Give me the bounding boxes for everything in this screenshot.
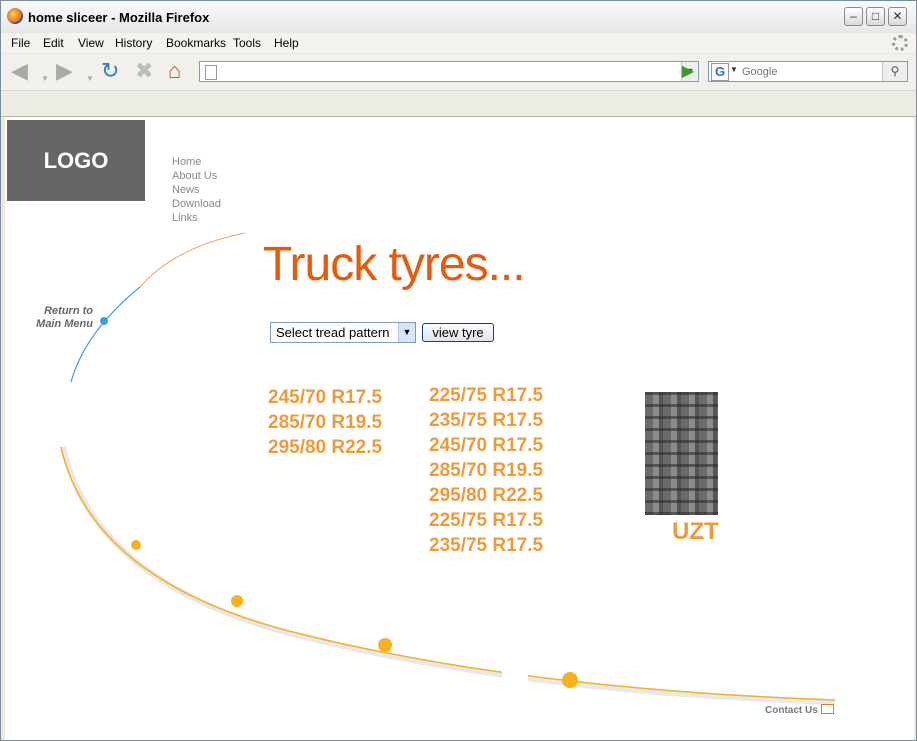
back-history-dropdown[interactable]: ▼ (41, 68, 49, 90)
search-input[interactable] (740, 63, 884, 81)
maximize-button[interactable]: □ (866, 7, 885, 26)
return-label-line1: Return to (44, 305, 93, 317)
search-box: G ▼ ⚲ (708, 61, 908, 82)
nav-links[interactable]: Links (172, 211, 221, 225)
google-icon[interactable]: G (711, 63, 729, 81)
tyre-size-link[interactable]: 295/80 R22.5 (429, 485, 543, 507)
throbber-icon (892, 35, 908, 51)
page-title: Truck tyres... (263, 238, 526, 291)
menu-bar: File Edit View History Bookmarks Tools H… (1, 33, 916, 53)
window-title: home sliceer - Mozilla Firefox (28, 10, 210, 25)
search-engine-dropdown-icon[interactable]: ▼ (730, 65, 738, 74)
arc-dot[interactable] (562, 672, 578, 688)
forward-history-dropdown[interactable]: ▼ (86, 68, 94, 90)
minimize-button[interactable]: – (844, 7, 863, 26)
nav-news[interactable]: News (172, 183, 221, 197)
home-icon[interactable]: ⌂ (168, 60, 181, 82)
tyre-tread-image (645, 392, 718, 515)
title-bar: home sliceer - Mozilla Firefox – □ ✕ (1, 1, 916, 34)
nav-home[interactable]: Home (172, 155, 221, 169)
chevron-down-icon[interactable]: ▼ (398, 323, 415, 342)
menu-bookmarks[interactable]: Bookmarks (166, 36, 226, 50)
tyre-size-link[interactable]: 285/70 R19.5 (429, 460, 543, 482)
forward-button[interactable]: ▶ (56, 60, 73, 82)
tyre-size-link[interactable]: 235/75 R17.5 (429, 410, 543, 432)
logo[interactable]: LOGO (7, 120, 145, 201)
nav-about-us[interactable]: About Us (172, 169, 221, 183)
page-icon (205, 65, 217, 80)
tyre-size-link[interactable]: 285/70 R19.5 (268, 412, 382, 434)
page-content: LOGO Home About Us News Download Links T… (5, 117, 914, 740)
tyre-size-link[interactable]: 225/75 R17.5 (429, 385, 543, 407)
back-button[interactable]: ◀ (11, 60, 28, 82)
tyre-size-link[interactable]: 245/70 R17.5 (268, 387, 382, 409)
reload-icon[interactable]: ↻ (101, 60, 119, 82)
firefox-icon (7, 8, 23, 24)
tyre-size-link[interactable]: 245/70 R17.5 (429, 435, 543, 457)
browser-window: home sliceer - Mozilla Firefox – □ ✕ Fil… (0, 0, 917, 741)
stop-icon[interactable]: ✖ (135, 60, 153, 82)
return-to-main-menu-link[interactable]: Return to Main Menu (29, 305, 93, 331)
select-value: Select tread pattern (276, 325, 390, 340)
tyre-size-link[interactable]: 225/75 R17.5 (429, 510, 543, 532)
tyre-size-link[interactable]: 295/80 R22.5 (268, 437, 382, 459)
menu-edit[interactable]: Edit (43, 36, 64, 50)
view-tyre-button[interactable]: view tyre (422, 323, 494, 342)
tread-pattern-select[interactable]: Select tread pattern ▼ (270, 322, 416, 343)
nav-download[interactable]: Download (172, 197, 221, 211)
return-label-line2: Main Menu (36, 318, 93, 330)
menu-file[interactable]: File (11, 36, 30, 50)
navigation-toolbar: ◀ ▼ ▶ ▼ ↻ ✖ ⌂ ▼ ▶ G ▼ ⚲ (1, 54, 916, 91)
top-navigation: Home About Us News Download Links (172, 155, 221, 225)
arc-dot[interactable] (231, 595, 243, 607)
close-button[interactable]: ✕ (888, 7, 907, 26)
tyre-label: UZT (672, 518, 719, 545)
envelope-icon (820, 704, 834, 714)
return-dot[interactable] (100, 317, 108, 325)
arc-dot[interactable] (378, 638, 392, 652)
url-bar[interactable]: ▼ (199, 61, 699, 82)
arc-dot[interactable] (131, 540, 141, 550)
tyre-size-link[interactable]: 235/75 R17.5 (429, 535, 543, 557)
menu-view[interactable]: View (78, 36, 104, 50)
contact-label: Contact Us (765, 705, 818, 716)
go-icon[interactable]: ▶ (678, 62, 698, 81)
bookmarks-toolbar (1, 91, 916, 117)
search-icon[interactable]: ⚲ (882, 62, 907, 81)
contact-us-link[interactable]: Contact Us (765, 704, 834, 716)
menu-help[interactable]: Help (274, 36, 299, 50)
menu-history[interactable]: History (115, 36, 152, 50)
menu-tools[interactable]: Tools (233, 36, 261, 50)
